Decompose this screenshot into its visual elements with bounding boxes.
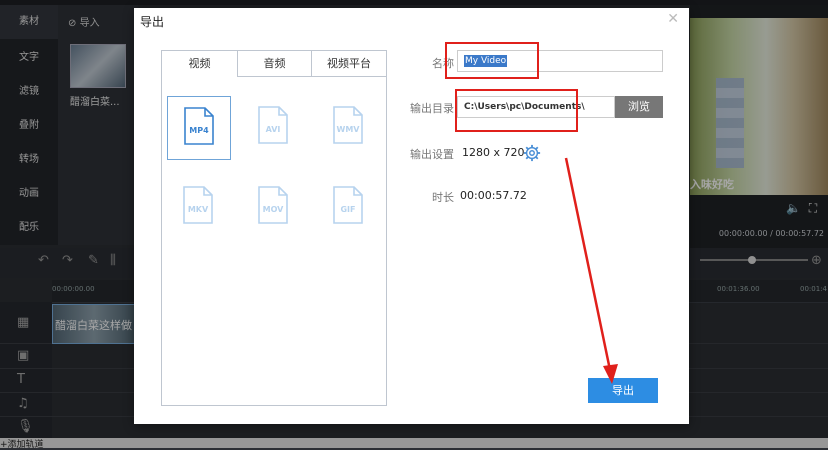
annotation-arrow xyxy=(564,157,618,384)
export-dialog: 导出 ✕ 视频 音频 视频平台 MP4 AVI WMV MKV MOV GIF 名称 My… xyxy=(134,8,689,424)
